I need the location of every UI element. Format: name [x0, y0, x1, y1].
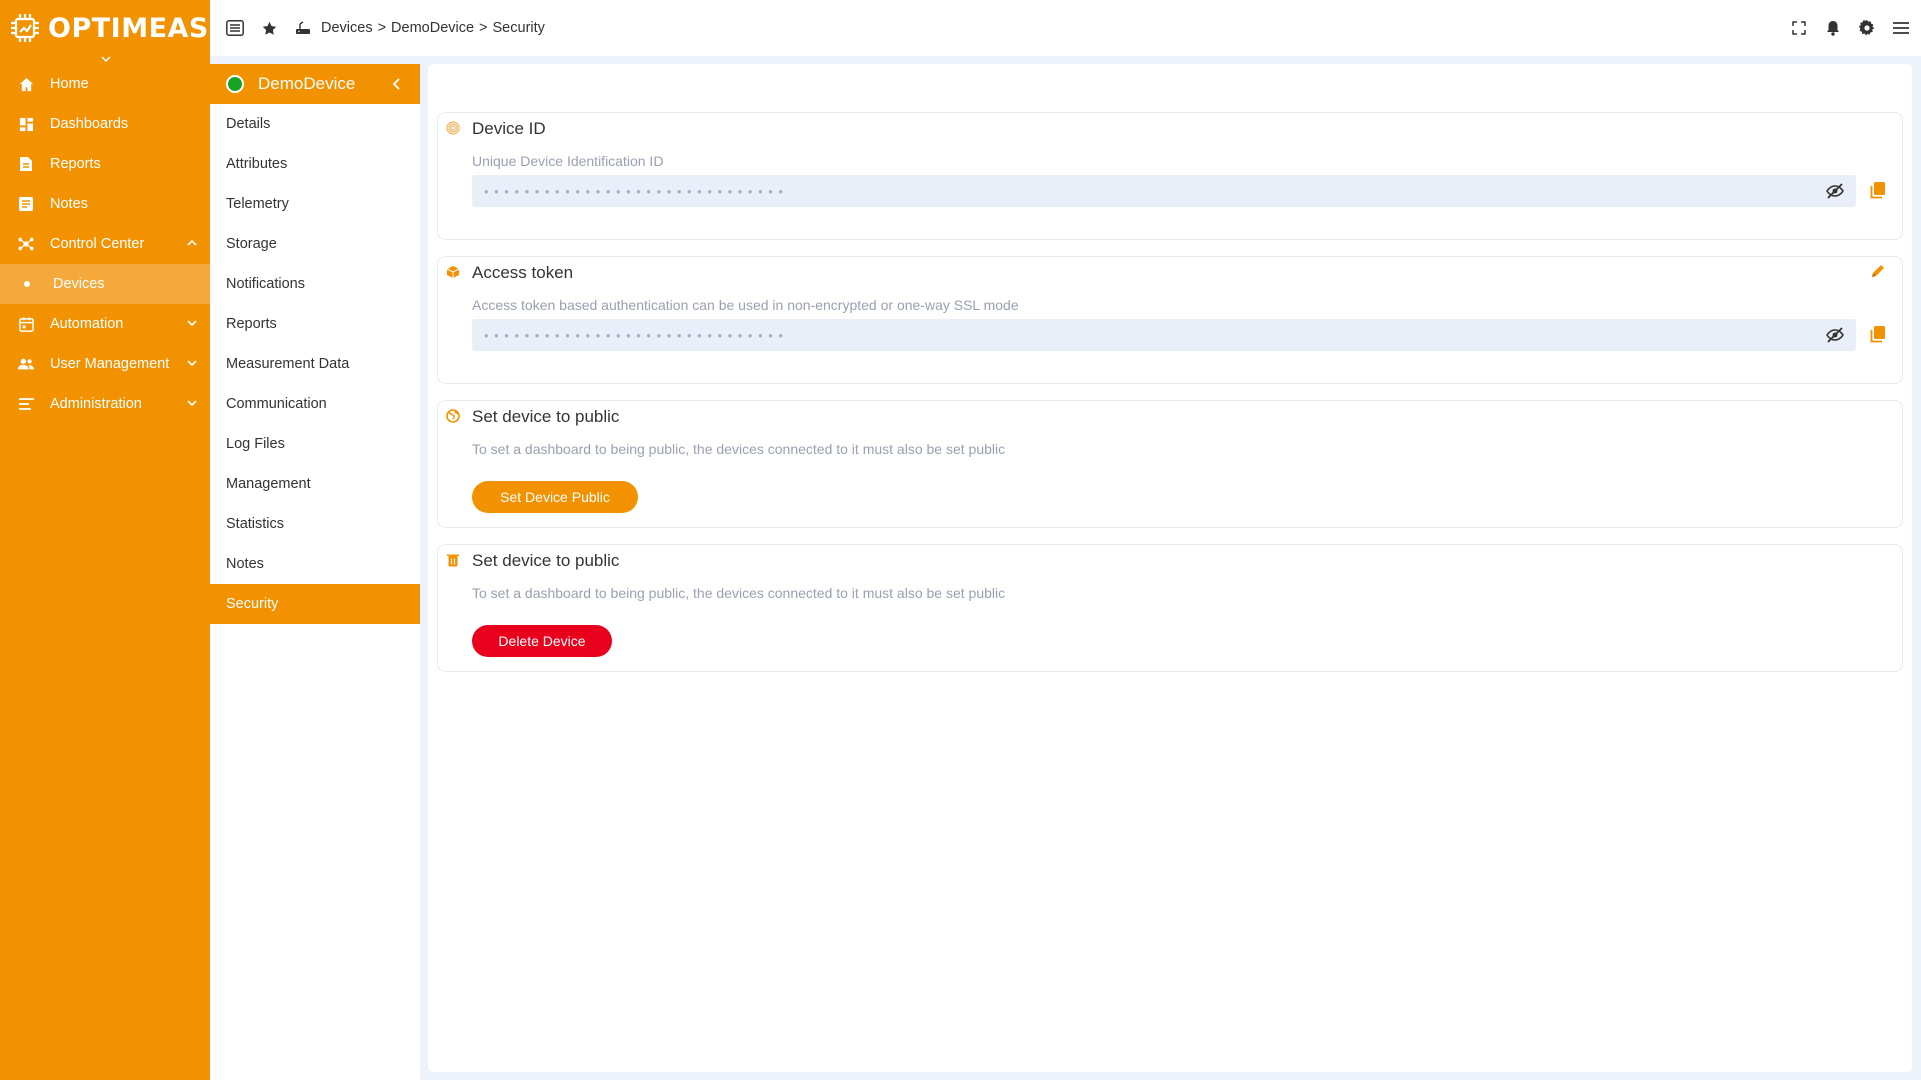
sidebar-item-label: Control Center [50, 236, 145, 252]
network-icon [18, 236, 34, 252]
chevron-down-icon[interactable] [101, 56, 111, 62]
chevron-down-icon [187, 320, 197, 327]
globe-icon [446, 409, 460, 423]
home-icon [18, 76, 34, 92]
brand-logo[interactable]: OPTIMEAS [0, 0, 210, 62]
subnav-item-measurement-data[interactable]: Measurement Data [210, 344, 420, 384]
sidebar-item-label: Notes [50, 196, 88, 212]
breadcrumb: Devices > DemoDevice > Security [321, 20, 545, 36]
sidebar-item-control-center[interactable]: Control Center [0, 224, 210, 264]
device-name: DemoDevice [258, 74, 356, 93]
subnav-item-security[interactable]: Security [210, 584, 420, 624]
device-id-field[interactable]: •••••••••••••••••••••••••••••• [472, 175, 1856, 207]
breadcrumb-separator: > [479, 20, 488, 36]
note-icon [18, 196, 34, 212]
sidebar-item-reports[interactable]: Reports [0, 144, 210, 184]
hamburger-icon[interactable] [1891, 18, 1911, 38]
subnav-item-reports[interactable]: Reports [210, 304, 420, 344]
report-icon [18, 156, 34, 172]
chevron-down-icon [187, 360, 197, 367]
sidebar-item-devices[interactable]: Devices [0, 264, 210, 304]
access-token-card: Access token Access token based authenti… [437, 256, 1903, 384]
chevron-left-icon[interactable] [390, 76, 404, 92]
fingerprint-icon [446, 121, 460, 135]
bullet-icon [24, 281, 30, 287]
delete-device-card: Set device to public To set a dashboard … [437, 544, 1903, 672]
online-status-icon [226, 75, 244, 93]
card-description: Access token based authentication can be… [472, 297, 1019, 313]
eye-off-icon[interactable] [1826, 183, 1844, 199]
security-panel: Device ID Unique Device Identification I… [428, 64, 1912, 1072]
device-id-card: Device ID Unique Device Identification I… [437, 112, 1903, 240]
card-title: Set device to public [472, 551, 620, 570]
sidebar-item-automation[interactable]: Automation [0, 304, 210, 344]
card-title: Set device to public [472, 407, 620, 426]
subnav-item-notifications[interactable]: Notifications [210, 264, 420, 304]
cube-icon [446, 266, 460, 278]
device-icon [293, 18, 313, 38]
device-header: DemoDevice [210, 64, 420, 104]
breadcrumb-separator: > [377, 20, 387, 36]
main-sidebar: OPTIMEAS Home Dashboards Reports Notes C… [0, 0, 210, 1080]
bell-icon[interactable] [1823, 18, 1843, 38]
set-public-card: Set device to public To set a dashboard … [437, 400, 1903, 528]
top-bar: Devices > DemoDevice > Security [210, 0, 1921, 56]
card-description: Unique Device Identification ID [472, 153, 664, 169]
list-icon [18, 396, 34, 412]
breadcrumb-devices[interactable]: Devices [321, 20, 373, 36]
sidebar-item-label: Home [50, 76, 89, 92]
breadcrumb-device[interactable]: DemoDevice [391, 20, 474, 36]
sidebar-item-label: Administration [50, 396, 142, 412]
set-device-public-button[interactable]: Set Device Public [472, 481, 638, 513]
masked-value: •••••••••••••••••••••••••••••• [484, 327, 789, 343]
card-title: Access token [472, 263, 574, 282]
sidebar-item-label: Devices [53, 276, 105, 292]
sidebar-item-label: User Management [50, 356, 170, 372]
card-description: To set a dashboard to being public, the … [472, 585, 1006, 601]
brand-wordmark: OPTIMEAS [48, 12, 209, 44]
subnav-item-communication[interactable]: Communication [210, 384, 420, 424]
top-actions [1789, 18, 1911, 38]
breadcrumb-current: Security [492, 20, 545, 36]
users-icon [18, 356, 34, 372]
subnav-item-storage[interactable]: Storage [210, 224, 420, 264]
sidebar-item-administration[interactable]: Administration [0, 384, 210, 424]
eye-off-icon[interactable] [1826, 327, 1844, 343]
star-icon[interactable] [259, 18, 279, 38]
subnav-item-details[interactable]: Details [210, 104, 420, 144]
sidebar-item-user-management[interactable]: User Management [0, 344, 210, 384]
subnav-item-statistics[interactable]: Statistics [210, 504, 420, 544]
chevron-down-icon [187, 400, 197, 407]
sidebar-item-dashboards[interactable]: Dashboards [0, 104, 210, 144]
sidebar-item-notes[interactable]: Notes [0, 184, 210, 224]
subnav-item-attributes[interactable]: Attributes [210, 144, 420, 184]
subnav-item-telemetry[interactable]: Telemetry [210, 184, 420, 224]
access-token-field[interactable]: •••••••••••••••••••••••••••••• [472, 319, 1856, 351]
device-subnav: DemoDevice Details Attributes Telemetry … [210, 64, 420, 1080]
masked-value: •••••••••••••••••••••••••••••• [484, 183, 789, 199]
sidebar-item-label: Reports [50, 156, 101, 172]
sidebar-item-label: Dashboards [50, 116, 129, 132]
menu-toggle-icon[interactable] [225, 18, 245, 38]
sidebar-item-home[interactable]: Home [0, 64, 210, 104]
edit-pencil-icon[interactable] [1870, 263, 1886, 279]
card-title: Device ID [472, 119, 546, 138]
chevron-up-icon [187, 239, 197, 246]
subnav-item-management[interactable]: Management [210, 464, 420, 504]
subnav-item-notes[interactable]: Notes [210, 544, 420, 584]
delete-device-button[interactable]: Delete Device [472, 625, 612, 657]
card-description: To set a dashboard to being public, the … [472, 441, 1006, 457]
sidebar-item-label: Automation [50, 316, 124, 332]
copy-icon[interactable] [1870, 181, 1886, 199]
copy-icon[interactable] [1870, 325, 1886, 343]
trash-icon [447, 554, 459, 567]
main-nav: Home Dashboards Reports Notes Control Ce… [0, 64, 210, 424]
fullscreen-icon[interactable] [1789, 18, 1809, 38]
calendar-icon [18, 316, 34, 332]
gear-icon[interactable] [1857, 18, 1877, 38]
subnav-item-log-files[interactable]: Log Files [210, 424, 420, 464]
chip-logo-icon [11, 14, 39, 42]
dashboard-icon [18, 116, 34, 132]
